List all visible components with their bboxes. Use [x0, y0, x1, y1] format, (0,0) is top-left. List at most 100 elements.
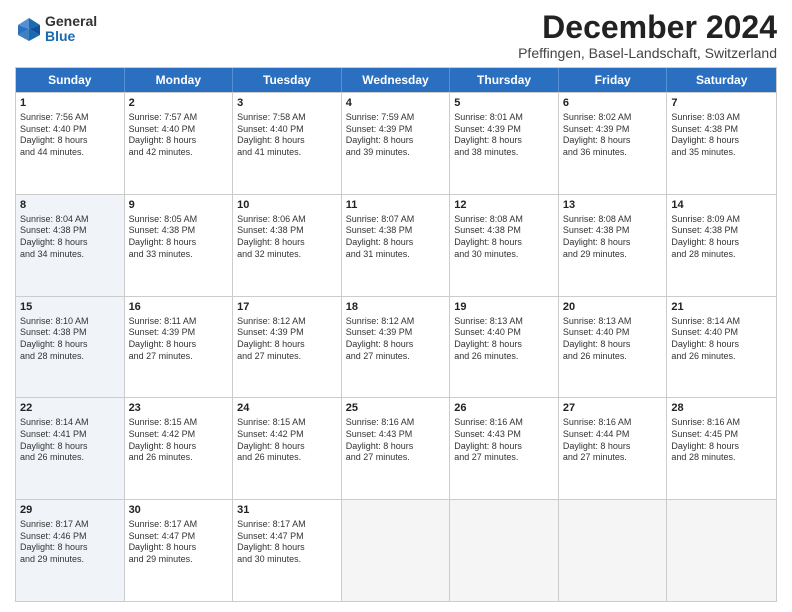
calendar-cell: 21Sunrise: 8:14 AM Sunset: 4:40 PM Dayli…: [667, 297, 776, 398]
day-info: Sunrise: 8:06 AM Sunset: 4:38 PM Dayligh…: [237, 214, 337, 261]
calendar-cell: 1Sunrise: 7:56 AM Sunset: 4:40 PM Daylig…: [16, 93, 125, 194]
calendar-cell: 28Sunrise: 8:16 AM Sunset: 4:45 PM Dayli…: [667, 398, 776, 499]
calendar-cell: 31Sunrise: 8:17 AM Sunset: 4:47 PM Dayli…: [233, 500, 342, 601]
day-number: 1: [20, 96, 120, 111]
calendar-cell: 22Sunrise: 8:14 AM Sunset: 4:41 PM Dayli…: [16, 398, 125, 499]
day-number: 20: [563, 300, 663, 315]
day-number: 26: [454, 401, 554, 416]
day-number: 24: [237, 401, 337, 416]
day-number: 12: [454, 198, 554, 213]
day-info: Sunrise: 8:09 AM Sunset: 4:38 PM Dayligh…: [671, 214, 772, 261]
day-info: Sunrise: 8:07 AM Sunset: 4:38 PM Dayligh…: [346, 214, 446, 261]
day-number: 9: [129, 198, 229, 213]
day-number: 14: [671, 198, 772, 213]
day-number: 18: [346, 300, 446, 315]
day-info: Sunrise: 7:59 AM Sunset: 4:39 PM Dayligh…: [346, 112, 446, 159]
calendar-cell: 30Sunrise: 8:17 AM Sunset: 4:47 PM Dayli…: [125, 500, 234, 601]
weekday-header: Monday: [125, 68, 234, 92]
day-info: Sunrise: 8:08 AM Sunset: 4:38 PM Dayligh…: [454, 214, 554, 261]
day-number: 25: [346, 401, 446, 416]
calendar-cell: 10Sunrise: 8:06 AM Sunset: 4:38 PM Dayli…: [233, 195, 342, 296]
day-number: 13: [563, 198, 663, 213]
day-info: Sunrise: 8:16 AM Sunset: 4:43 PM Dayligh…: [346, 417, 446, 464]
calendar-cell: 4Sunrise: 7:59 AM Sunset: 4:39 PM Daylig…: [342, 93, 451, 194]
day-info: Sunrise: 8:04 AM Sunset: 4:38 PM Dayligh…: [20, 214, 120, 261]
calendar: SundayMondayTuesdayWednesdayThursdayFrid…: [15, 67, 777, 602]
calendar-row: 1Sunrise: 7:56 AM Sunset: 4:40 PM Daylig…: [16, 92, 776, 194]
calendar-cell: 25Sunrise: 8:16 AM Sunset: 4:43 PM Dayli…: [342, 398, 451, 499]
calendar-cell: 20Sunrise: 8:13 AM Sunset: 4:40 PM Dayli…: [559, 297, 668, 398]
weekday-header: Friday: [559, 68, 668, 92]
day-number: 22: [20, 401, 120, 416]
day-info: Sunrise: 8:10 AM Sunset: 4:38 PM Dayligh…: [20, 316, 120, 363]
day-info: Sunrise: 8:03 AM Sunset: 4:38 PM Dayligh…: [671, 112, 772, 159]
calendar-cell: 24Sunrise: 8:15 AM Sunset: 4:42 PM Dayli…: [233, 398, 342, 499]
calendar-cell: [667, 500, 776, 601]
calendar-row: 8Sunrise: 8:04 AM Sunset: 4:38 PM Daylig…: [16, 194, 776, 296]
day-number: 31: [237, 503, 337, 518]
day-number: 11: [346, 198, 446, 213]
calendar-cell: 5Sunrise: 8:01 AM Sunset: 4:39 PM Daylig…: [450, 93, 559, 194]
day-number: 8: [20, 198, 120, 213]
day-info: Sunrise: 8:08 AM Sunset: 4:38 PM Dayligh…: [563, 214, 663, 261]
weekday-header: Wednesday: [342, 68, 451, 92]
calendar-cell: [559, 500, 668, 601]
day-number: 30: [129, 503, 229, 518]
day-info: Sunrise: 7:58 AM Sunset: 4:40 PM Dayligh…: [237, 112, 337, 159]
day-info: Sunrise: 8:13 AM Sunset: 4:40 PM Dayligh…: [563, 316, 663, 363]
page: General Blue December 2024 Pfeffingen, B…: [0, 0, 792, 612]
day-number: 10: [237, 198, 337, 213]
calendar-cell: 23Sunrise: 8:15 AM Sunset: 4:42 PM Dayli…: [125, 398, 234, 499]
calendar-header: SundayMondayTuesdayWednesdayThursdayFrid…: [16, 68, 776, 92]
calendar-row: 22Sunrise: 8:14 AM Sunset: 4:41 PM Dayli…: [16, 397, 776, 499]
calendar-row: 29Sunrise: 8:17 AM Sunset: 4:46 PM Dayli…: [16, 499, 776, 601]
calendar-cell: 11Sunrise: 8:07 AM Sunset: 4:38 PM Dayli…: [342, 195, 451, 296]
day-number: 28: [671, 401, 772, 416]
calendar-cell: 13Sunrise: 8:08 AM Sunset: 4:38 PM Dayli…: [559, 195, 668, 296]
calendar-cell: 19Sunrise: 8:13 AM Sunset: 4:40 PM Dayli…: [450, 297, 559, 398]
day-number: 2: [129, 96, 229, 111]
calendar-body: 1Sunrise: 7:56 AM Sunset: 4:40 PM Daylig…: [16, 92, 776, 601]
day-number: 23: [129, 401, 229, 416]
day-info: Sunrise: 8:16 AM Sunset: 4:45 PM Dayligh…: [671, 417, 772, 464]
weekday-header: Sunday: [16, 68, 125, 92]
day-info: Sunrise: 7:57 AM Sunset: 4:40 PM Dayligh…: [129, 112, 229, 159]
calendar-cell: 12Sunrise: 8:08 AM Sunset: 4:38 PM Dayli…: [450, 195, 559, 296]
day-info: Sunrise: 8:17 AM Sunset: 4:47 PM Dayligh…: [237, 519, 337, 566]
header: General Blue December 2024 Pfeffingen, B…: [15, 10, 777, 61]
day-info: Sunrise: 8:15 AM Sunset: 4:42 PM Dayligh…: [129, 417, 229, 464]
calendar-cell: 16Sunrise: 8:11 AM Sunset: 4:39 PM Dayli…: [125, 297, 234, 398]
logo-text: General Blue: [45, 14, 97, 45]
day-info: Sunrise: 8:01 AM Sunset: 4:39 PM Dayligh…: [454, 112, 554, 159]
calendar-cell: 26Sunrise: 8:16 AM Sunset: 4:43 PM Dayli…: [450, 398, 559, 499]
calendar-cell: 6Sunrise: 8:02 AM Sunset: 4:39 PM Daylig…: [559, 93, 668, 194]
calendar-cell: 2Sunrise: 7:57 AM Sunset: 4:40 PM Daylig…: [125, 93, 234, 194]
logo-blue: Blue: [45, 29, 97, 44]
day-info: Sunrise: 8:05 AM Sunset: 4:38 PM Dayligh…: [129, 214, 229, 261]
title-month: December 2024: [518, 10, 777, 45]
calendar-cell: 17Sunrise: 8:12 AM Sunset: 4:39 PM Dayli…: [233, 297, 342, 398]
day-number: 17: [237, 300, 337, 315]
calendar-cell: 8Sunrise: 8:04 AM Sunset: 4:38 PM Daylig…: [16, 195, 125, 296]
day-info: Sunrise: 8:16 AM Sunset: 4:43 PM Dayligh…: [454, 417, 554, 464]
logo-general: General: [45, 14, 97, 29]
day-info: Sunrise: 8:02 AM Sunset: 4:39 PM Dayligh…: [563, 112, 663, 159]
day-number: 16: [129, 300, 229, 315]
logo: General Blue: [15, 14, 97, 45]
day-info: Sunrise: 8:16 AM Sunset: 4:44 PM Dayligh…: [563, 417, 663, 464]
day-number: 15: [20, 300, 120, 315]
calendar-cell: 9Sunrise: 8:05 AM Sunset: 4:38 PM Daylig…: [125, 195, 234, 296]
title-block: December 2024 Pfeffingen, Basel-Landscha…: [518, 10, 777, 61]
day-info: Sunrise: 8:14 AM Sunset: 4:40 PM Dayligh…: [671, 316, 772, 363]
day-info: Sunrise: 8:11 AM Sunset: 4:39 PM Dayligh…: [129, 316, 229, 363]
day-info: Sunrise: 8:12 AM Sunset: 4:39 PM Dayligh…: [237, 316, 337, 363]
calendar-cell: 27Sunrise: 8:16 AM Sunset: 4:44 PM Dayli…: [559, 398, 668, 499]
calendar-cell: [342, 500, 451, 601]
day-info: Sunrise: 7:56 AM Sunset: 4:40 PM Dayligh…: [20, 112, 120, 159]
calendar-cell: 18Sunrise: 8:12 AM Sunset: 4:39 PM Dayli…: [342, 297, 451, 398]
day-number: 19: [454, 300, 554, 315]
calendar-cell: 29Sunrise: 8:17 AM Sunset: 4:46 PM Dayli…: [16, 500, 125, 601]
day-number: 21: [671, 300, 772, 315]
day-number: 7: [671, 96, 772, 111]
day-info: Sunrise: 8:12 AM Sunset: 4:39 PM Dayligh…: [346, 316, 446, 363]
